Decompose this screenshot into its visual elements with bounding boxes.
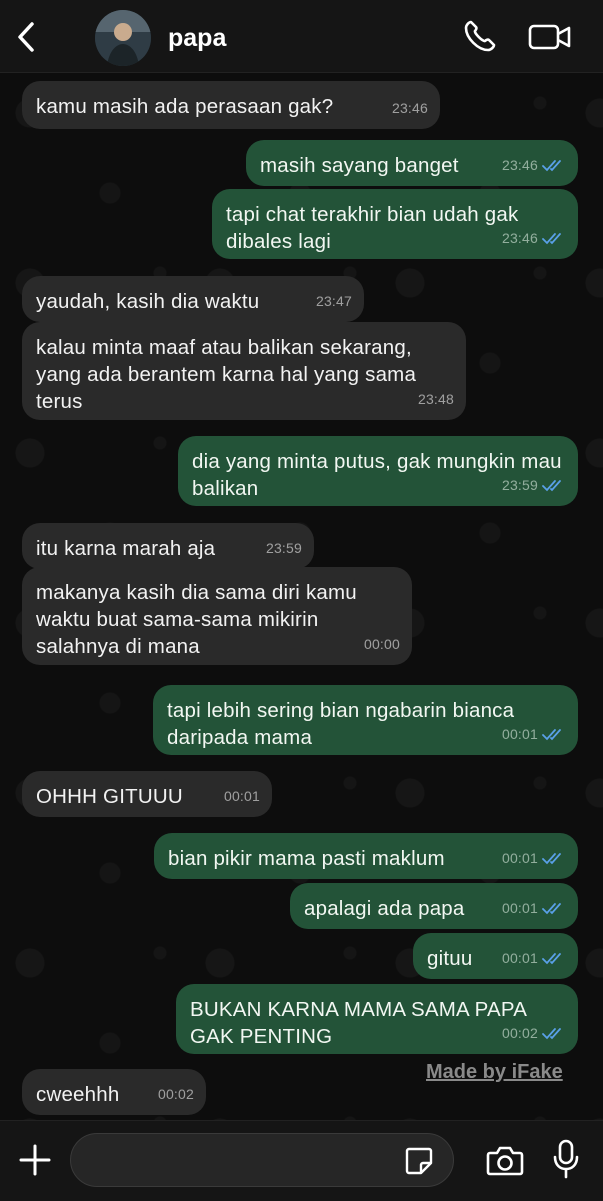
message-time: 23:59 xyxy=(265,540,302,556)
message-bubble-incoming[interactable]: itu karna marah aja 23:59 xyxy=(22,523,314,569)
voice-call-button[interactable] xyxy=(462,18,498,54)
microphone-button[interactable] xyxy=(552,1139,580,1179)
message-bubble-outgoing[interactable]: masih sayang banget 23:46 xyxy=(246,140,578,186)
message-time: 23:48 xyxy=(417,391,454,407)
back-button[interactable] xyxy=(12,20,40,54)
message-bubble-outgoing[interactable]: BUKAN KARNA MAMA SAMA PAPA GAK PENTING 0… xyxy=(176,984,578,1054)
video-call-button[interactable] xyxy=(528,20,572,54)
message-meta: 00:01 xyxy=(502,721,566,748)
double-check-icon xyxy=(542,728,566,742)
message-time: 00:02 xyxy=(157,1086,194,1102)
message-meta: 23:59 xyxy=(502,472,566,499)
message-meta: 00:02 xyxy=(502,1020,566,1047)
message-meta: 00:01 xyxy=(502,945,566,972)
video-camera-icon xyxy=(528,24,571,50)
message-bubble-outgoing[interactable]: dia yang minta putus, gak mungkin mau ba… xyxy=(178,436,578,506)
message-time: 00:01 xyxy=(501,850,538,866)
double-check-icon xyxy=(542,852,566,866)
message-text: itu karna marah aja xyxy=(36,537,216,560)
camera-button[interactable] xyxy=(486,1143,524,1177)
message-bubble-incoming[interactable]: yaudah, kasih dia waktu 23:47 xyxy=(22,276,364,322)
message-text: kamu masih ada perasaan gak? xyxy=(36,95,334,118)
message-bubble-incoming[interactable]: kalau minta maaf atau balikan sekarang, … xyxy=(22,322,466,420)
message-bubble-incoming[interactable]: kamu masih ada perasaan gak? 23:46 xyxy=(22,81,440,129)
message-meta: 23:46 xyxy=(392,95,428,122)
message-time: 23:46 xyxy=(391,100,428,116)
message-time: 23:59 xyxy=(501,477,538,493)
message-time: 23:47 xyxy=(315,293,352,309)
avatar-photo xyxy=(95,10,151,66)
watermark: Made by iFake xyxy=(426,1061,563,1083)
message-time: 00:01 xyxy=(501,950,538,966)
message-time: 00:01 xyxy=(501,726,538,742)
camera-icon xyxy=(486,1146,524,1176)
contact-name[interactable]: papa xyxy=(168,24,226,53)
message-time: 23:46 xyxy=(501,157,538,173)
message-bubble-incoming[interactable]: OHHH GITUUU 00:01 xyxy=(22,771,272,817)
message-time: 23:46 xyxy=(501,230,538,246)
message-meta: 23:46 xyxy=(502,152,566,179)
message-time: 00:01 xyxy=(501,900,538,916)
composer-bar xyxy=(0,1120,603,1201)
message-bubble-outgoing[interactable]: apalagi ada papa 00:01 xyxy=(290,883,578,929)
message-meta: 00:01 xyxy=(502,895,566,922)
avatar[interactable] xyxy=(95,10,151,66)
double-check-icon xyxy=(542,902,566,916)
double-check-icon xyxy=(542,479,566,493)
message-text: yaudah, kasih dia waktu xyxy=(36,290,260,313)
double-check-icon xyxy=(542,159,566,173)
message-meta: 23:48 xyxy=(418,386,454,413)
message-time: 00:01 xyxy=(223,788,260,804)
message-meta: 23:47 xyxy=(316,288,352,315)
message-meta: 00:02 xyxy=(158,1081,194,1108)
message-input[interactable] xyxy=(87,1142,391,1180)
double-check-icon xyxy=(542,232,566,246)
message-time: 00:00 xyxy=(363,636,400,652)
message-bubble-outgoing[interactable]: tapi lebih sering bian ngabarin bianca d… xyxy=(153,685,578,755)
message-list[interactable]: kamu masih ada perasaan gak? 23:46 masih… xyxy=(0,73,603,1120)
chevron-left-icon xyxy=(18,22,34,52)
attach-button[interactable] xyxy=(18,1143,52,1177)
sticker-button[interactable] xyxy=(403,1145,435,1177)
message-bubble-outgoing[interactable]: gituu 00:01 xyxy=(413,933,578,979)
double-check-icon xyxy=(542,1027,566,1041)
message-meta: 23:46 xyxy=(502,225,566,252)
message-meta: 00:00 xyxy=(364,631,400,658)
message-meta: 00:01 xyxy=(502,845,566,872)
chat-header: papa xyxy=(0,0,603,73)
message-text: kalau minta maaf atau balikan sekarang, … xyxy=(36,336,417,413)
message-bubble-incoming[interactable]: makanya kasih dia sama diri kamu waktu b… xyxy=(22,567,412,665)
plus-icon xyxy=(19,1144,51,1176)
double-check-icon xyxy=(542,952,566,966)
message-composer[interactable] xyxy=(70,1133,454,1187)
message-meta: 00:01 xyxy=(224,783,260,810)
message-meta: 23:59 xyxy=(266,535,302,562)
phone-icon xyxy=(464,20,496,52)
message-bubble-outgoing[interactable]: tapi chat terakhir bian udah gak dibales… xyxy=(212,189,578,259)
message-text: makanya kasih dia sama diri kamu waktu b… xyxy=(36,581,357,658)
message-time: 00:02 xyxy=(501,1025,538,1041)
sticker-icon xyxy=(405,1147,433,1175)
message-bubble-incoming[interactable]: cweehhh 00:02 xyxy=(22,1069,206,1115)
microphone-icon xyxy=(553,1139,579,1179)
message-bubble-outgoing[interactable]: bian pikir mama pasti maklum 00:01 xyxy=(154,833,578,879)
